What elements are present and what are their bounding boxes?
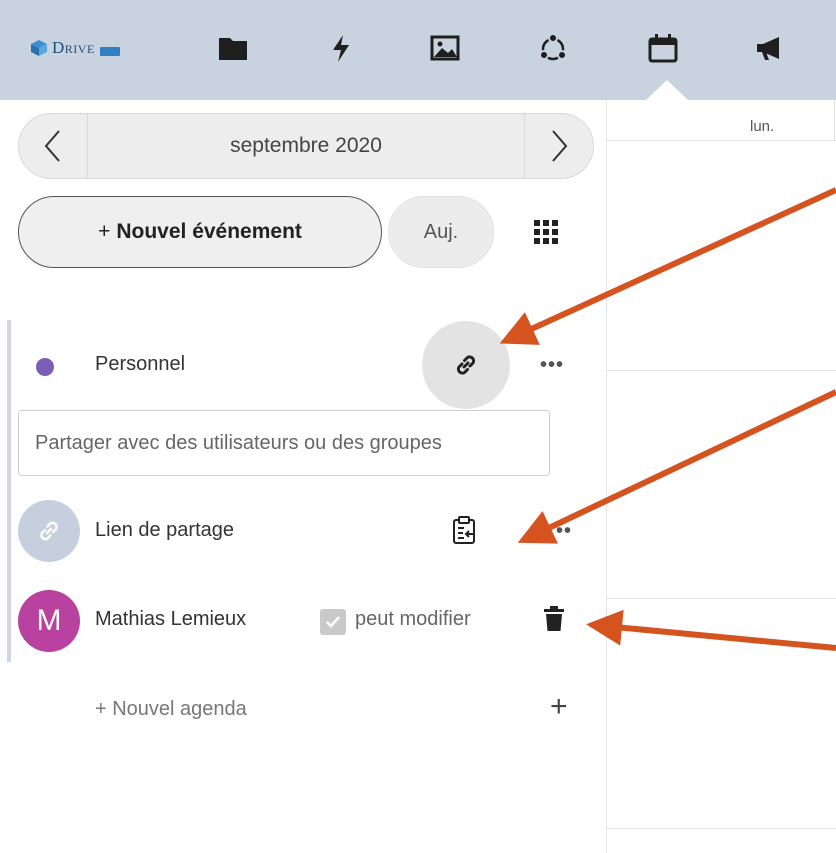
can-edit-label[interactable]: peut modifier bbox=[355, 608, 471, 631]
folder-icon[interactable] bbox=[215, 30, 251, 66]
today-button[interactable]: Auj. bbox=[388, 196, 494, 268]
calendar-color-dot bbox=[36, 358, 54, 376]
new-calendar-add-button[interactable]: + bbox=[550, 690, 568, 724]
link-icon bbox=[456, 355, 476, 375]
app-logo[interactable]: Drive bbox=[30, 36, 120, 60]
shared-user-name: Mathias Lemieux bbox=[95, 608, 247, 630]
share-link-avatar bbox=[18, 500, 80, 562]
new-event-plus: + bbox=[98, 220, 111, 243]
chevron-left-icon bbox=[44, 130, 60, 162]
next-month-button[interactable] bbox=[524, 114, 593, 178]
calendar-icon[interactable] bbox=[645, 30, 681, 66]
active-tab-indicator bbox=[646, 80, 688, 100]
share-link-more-button[interactable]: •• bbox=[556, 520, 572, 543]
image-icon[interactable] bbox=[427, 30, 463, 66]
top-navigation-bar: Drive bbox=[0, 0, 836, 100]
calendar-grid-line bbox=[607, 370, 836, 371]
month-navigator: septembre 2020 bbox=[18, 113, 594, 179]
checkmark-icon bbox=[326, 616, 340, 628]
logo-badge bbox=[99, 46, 120, 56]
new-event-button[interactable]: + Nouvel événement bbox=[18, 196, 382, 268]
circles-icon[interactable] bbox=[535, 30, 571, 66]
share-calendar-button[interactable] bbox=[422, 321, 510, 409]
link-icon bbox=[40, 521, 58, 541]
copy-to-clipboard-icon[interactable] bbox=[451, 515, 477, 545]
sidebar-divider bbox=[606, 100, 607, 853]
calendar-more-button[interactable]: ••• bbox=[540, 354, 564, 377]
annotation-arrow-trash bbox=[586, 609, 836, 651]
current-month-label[interactable]: septembre 2020 bbox=[87, 114, 525, 178]
calendar-column-line bbox=[834, 100, 835, 140]
new-calendar-label[interactable]: + Nouvel agenda bbox=[95, 698, 247, 721]
user-avatar: M bbox=[18, 590, 80, 652]
calendar-grid-line bbox=[607, 140, 836, 141]
can-edit-checkbox[interactable] bbox=[320, 609, 346, 635]
share-with-users-input[interactable] bbox=[18, 410, 550, 476]
chevron-right-icon bbox=[552, 130, 568, 162]
new-event-label: Nouvel événement bbox=[116, 220, 302, 243]
cube-icon bbox=[31, 40, 47, 56]
previous-month-button[interactable] bbox=[19, 114, 88, 178]
grid-view-icon[interactable] bbox=[534, 220, 558, 244]
share-link-label: Lien de partage bbox=[95, 519, 235, 541]
calendar-grid-line bbox=[607, 598, 836, 599]
calendar-grid-line bbox=[607, 828, 836, 829]
calendar-name[interactable]: Personnel bbox=[95, 353, 185, 376]
day-column-header: lun. bbox=[750, 118, 775, 135]
calendar-list-indicator bbox=[7, 320, 11, 662]
logo-text: Drive bbox=[52, 38, 95, 57]
trash-icon[interactable] bbox=[544, 606, 564, 632]
megaphone-icon[interactable] bbox=[752, 30, 788, 66]
bolt-icon[interactable] bbox=[323, 30, 359, 66]
